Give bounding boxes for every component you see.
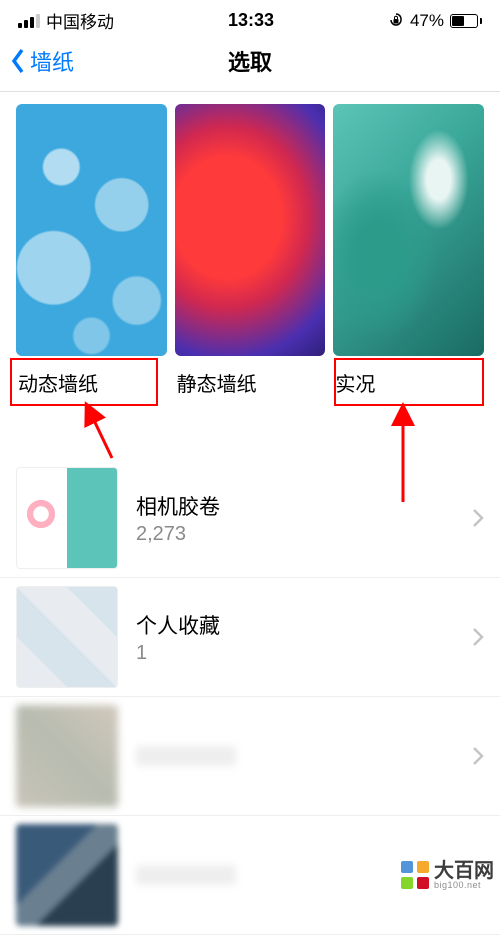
album-thumb [16, 467, 118, 569]
chevron-right-icon [472, 746, 484, 766]
watermark: 大百网 big100.net [400, 860, 494, 890]
carrier-label: 中国移动 [46, 8, 114, 33]
album-thumb [16, 824, 118, 926]
album-row-blurred[interactable] [0, 697, 500, 816]
chevron-left-icon [10, 47, 26, 75]
page-title: 选取 [228, 45, 272, 77]
status-right: 47% [388, 11, 482, 31]
album-thumb [16, 586, 118, 688]
wallpaper-categories: 动态墙纸 静态墙纸 实况 [0, 92, 500, 409]
back-label: 墙纸 [30, 45, 74, 77]
watermark-logo-icon [400, 860, 430, 890]
status-left: 中国移动 [18, 8, 114, 33]
wallpaper-label: 实况 [333, 356, 484, 409]
wallpaper-label: 静态墙纸 [175, 356, 326, 409]
album-title-blurred [136, 746, 236, 766]
wallpaper-live[interactable]: 实况 [333, 104, 484, 409]
nav-bar: 墙纸 选取 [0, 37, 500, 92]
watermark-url: big100.net [434, 881, 494, 890]
album-info: 相机胶卷 2,273 [136, 491, 472, 546]
back-button[interactable]: 墙纸 [10, 45, 74, 77]
chevron-right-icon [472, 627, 484, 647]
album-row-favorites[interactable]: 个人收藏 1 [0, 578, 500, 697]
album-info: 个人收藏 1 [136, 610, 472, 665]
wallpaper-thumb-live [333, 104, 484, 356]
album-title-blurred [136, 865, 236, 885]
battery-pct: 47% [410, 11, 444, 31]
album-thumb [16, 705, 118, 807]
album-title: 相机胶卷 [136, 491, 472, 521]
signal-icon [18, 14, 40, 28]
annotation-arrow-dynamic [82, 406, 122, 461]
album-title: 个人收藏 [136, 610, 472, 640]
status-bar: 中国移动 13:33 47% [0, 0, 500, 37]
wallpaper-thumb-dynamic [16, 104, 167, 356]
watermark-text: 大百网 [434, 861, 494, 881]
wallpaper-thumb-static [175, 104, 326, 356]
wallpaper-static[interactable]: 静态墙纸 [175, 104, 326, 409]
album-row-camera-roll[interactable]: 相机胶卷 2,273 [0, 459, 500, 578]
album-count: 1 [136, 642, 472, 665]
orientation-lock-icon [388, 13, 404, 29]
album-info [136, 746, 472, 766]
battery-icon [450, 14, 482, 28]
wallpaper-dynamic[interactable]: 动态墙纸 [16, 104, 167, 409]
chevron-right-icon [472, 508, 484, 528]
album-count: 2,273 [136, 523, 472, 546]
clock: 13:33 [228, 10, 274, 31]
wallpaper-label: 动态墙纸 [16, 356, 167, 409]
